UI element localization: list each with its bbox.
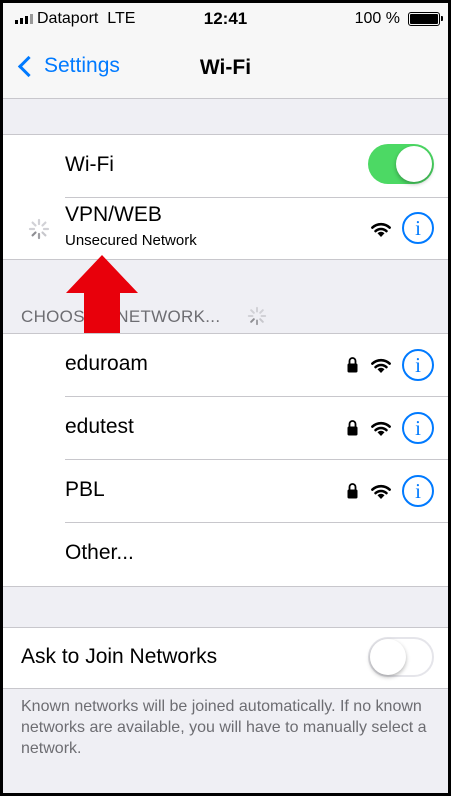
info-button[interactable]: i — [402, 349, 434, 381]
wifi-group: Wi-Fi VPN/WEB Unsecured Network i — [3, 134, 448, 260]
page-title: Wi-Fi — [199, 56, 252, 79]
wifi-icon — [371, 484, 391, 499]
ask-to-join-toggle[interactable] — [368, 637, 434, 677]
ask-to-join-row: Ask to Join Networks — [3, 628, 448, 688]
connected-network-status: Unsecured Network — [65, 232, 197, 249]
connected-network-row[interactable]: VPN/WEB Unsecured Network i — [3, 198, 448, 259]
wifi-icon — [371, 222, 391, 237]
network-name: PBL — [65, 478, 105, 501]
network-name: edutest — [65, 415, 134, 438]
wifi-toggle[interactable] — [368, 144, 434, 184]
connected-network-name: VPN/WEB — [65, 203, 162, 226]
network-name: eduroam — [65, 352, 148, 375]
wifi-settings-screen: Dataport LTE 12:41 100 % Settings Wi-Fi … — [0, 0, 451, 796]
red-arrow-annotation — [66, 255, 138, 333]
lock-icon — [347, 420, 358, 436]
network-row-edutest[interactable]: edutest i — [3, 397, 448, 460]
spinner-icon — [247, 306, 267, 326]
status-bar: Dataport LTE 12:41 100 % — [3, 3, 448, 35]
footer-description: Known networks will be joined automatica… — [21, 698, 427, 757]
other-network-label: Other... — [65, 541, 134, 564]
battery-percent: 100 % — [354, 10, 400, 27]
network-list: eduroam i edutest i PBL i Other... — [3, 333, 448, 587]
lock-icon — [347, 483, 358, 499]
battery-icon — [408, 12, 443, 26]
lock-icon — [347, 357, 358, 373]
wifi-label: Wi-Fi — [65, 153, 114, 176]
wifi-icon — [371, 358, 391, 373]
ask-to-join-group: Ask to Join Networks — [3, 627, 448, 689]
network-row-other[interactable]: Other... — [3, 523, 448, 586]
info-button[interactable]: i — [402, 475, 434, 507]
network-row-eduroam[interactable]: eduroam i — [3, 334, 448, 397]
info-button[interactable]: i — [402, 212, 434, 244]
network-row-pbl[interactable]: PBL i — [3, 460, 448, 523]
ask-to-join-label: Ask to Join Networks — [21, 645, 218, 668]
navigation-bar: Settings Wi-Fi — [3, 35, 448, 99]
spinner-icon — [28, 218, 50, 240]
wifi-icon — [371, 421, 391, 436]
wifi-toggle-row: Wi-Fi — [3, 135, 448, 198]
info-button[interactable]: i — [402, 412, 434, 444]
